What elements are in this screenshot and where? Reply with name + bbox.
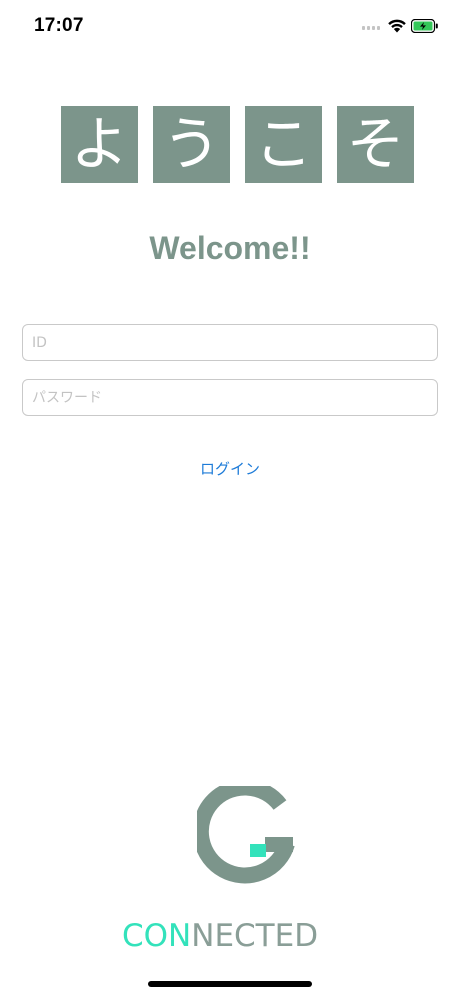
welcome-tile: こ [245, 106, 322, 183]
battery-charging-icon [411, 19, 438, 33]
wifi-icon [388, 19, 406, 33]
welcome-heading: Welcome!! [149, 230, 311, 266]
connected-logo-icon [197, 786, 295, 884]
home-indicator [148, 981, 312, 987]
logo-wordmark-rest: NECTED [191, 918, 319, 954]
logo-wordmark-highlight: CON [122, 918, 192, 954]
welcome-tile: う [153, 106, 230, 183]
status-bar: 17:07 [0, 0, 460, 54]
welcome-tile: よ [61, 106, 138, 183]
password-input[interactable] [22, 379, 438, 416]
logo-wordmark: CONNECTED [122, 918, 318, 954]
welcome-tile: そ [337, 106, 414, 183]
status-time: 17:07 [34, 15, 84, 36]
cellular-signal-icon [362, 26, 380, 30]
id-input[interactable] [22, 324, 438, 361]
welcome-tiles: よ う こ そ [61, 106, 414, 183]
login-button[interactable]: ログイン [180, 456, 280, 480]
